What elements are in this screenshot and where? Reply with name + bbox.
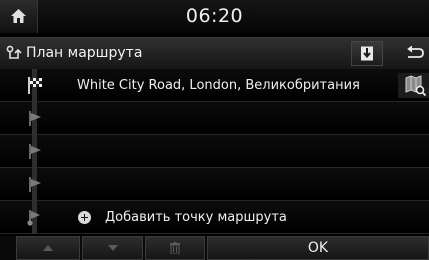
start-marker-icon (27, 210, 40, 226)
add-waypoint-label: Добавить точку маршрута (105, 210, 287, 225)
status-bar: 06:20 (0, 0, 429, 33)
waypoint-row[interactable] (0, 135, 429, 168)
waypoint-row[interactable] (0, 102, 429, 135)
add-waypoint-row[interactable]: Добавить точку маршрута (0, 201, 429, 234)
save-route-button[interactable] (351, 41, 383, 66)
map-search-button[interactable] (398, 73, 429, 98)
arrow-down-icon (107, 245, 118, 251)
move-down-button[interactable] (82, 236, 143, 260)
route-rail (18, 102, 50, 135)
checkered-flag-icon (28, 77, 42, 94)
page-title: План маршрута (26, 45, 143, 61)
route-rail (18, 135, 50, 168)
destination-row[interactable]: White City Road, London, Великобритания (0, 69, 429, 102)
download-icon (361, 46, 373, 61)
destination-address: White City Road, London, Великобритания (77, 78, 360, 93)
back-button[interactable] (396, 41, 429, 66)
map-search-icon (398, 73, 429, 98)
flag-icon (29, 144, 41, 159)
route-rail (18, 168, 50, 201)
add-icon (78, 211, 91, 224)
ok-label: OK (307, 240, 329, 256)
flag-icon (29, 177, 41, 192)
arrow-up-icon (43, 245, 53, 251)
flag-icon (29, 111, 41, 126)
route-rail (18, 201, 50, 234)
waypoint-row[interactable] (0, 168, 429, 201)
header-bar: План маршрута (0, 37, 429, 70)
route-list: White City Road, London, Великобритания (0, 69, 429, 234)
route-plan-icon (6, 45, 22, 59)
trash-icon (170, 242, 180, 254)
back-arrow-icon (407, 46, 424, 58)
route-rail (18, 69, 50, 102)
bottom-toolbar: OK (0, 236, 429, 260)
delete-button[interactable] (145, 236, 205, 260)
ok-button[interactable]: OK (207, 236, 429, 260)
move-up-button[interactable] (16, 236, 80, 260)
clock: 06:20 (185, 5, 244, 27)
